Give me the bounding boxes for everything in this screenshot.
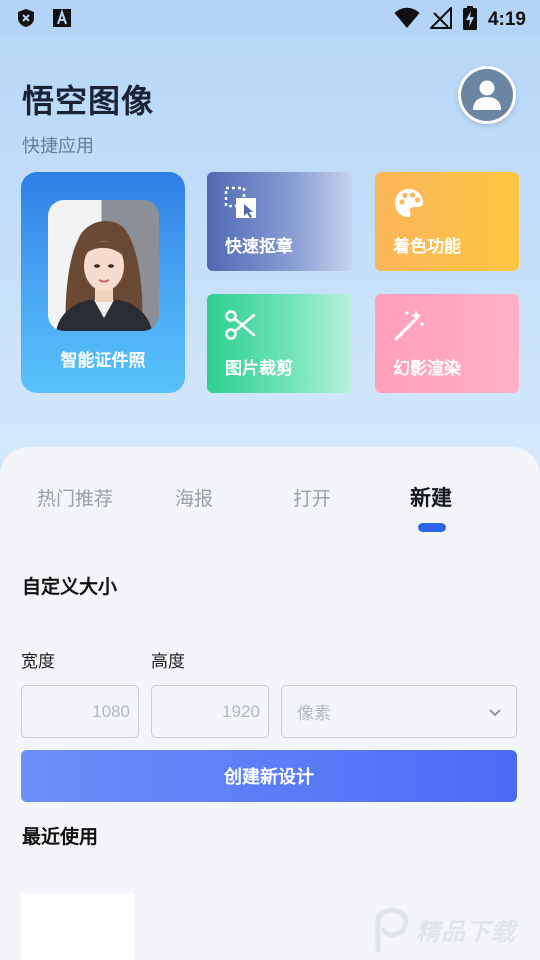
phantom-render-label: 幻影渲染 — [393, 359, 461, 379]
no-signal-icon — [428, 5, 452, 33]
magic-wand-icon — [392, 308, 426, 342]
recent-title: 最近使用 — [22, 826, 99, 848]
tab-poster[interactable]: 海报 — [175, 484, 213, 511]
unit-select-value: 像素 — [297, 704, 331, 724]
id-photo-card[interactable]: 智能证件照 — [21, 172, 185, 393]
create-design-button[interactable]: 创建新设计 — [21, 750, 517, 802]
chevron-down-icon — [488, 704, 502, 724]
quick-cutout-card[interactable]: 快速抠章 — [207, 172, 352, 271]
quick-apps-subtitle: 快捷应用 — [22, 136, 94, 157]
portrait-photo — [48, 200, 159, 331]
wifi-icon — [394, 7, 420, 33]
site-watermark-logo: 精品下载 — [372, 898, 540, 960]
width-input[interactable]: 1080 — [21, 685, 139, 738]
phantom-render-card[interactable]: 幻影渲染 — [375, 294, 519, 393]
height-input[interactable]: 1920 — [151, 685, 269, 738]
custom-size-title: 自定义大小 — [22, 576, 118, 598]
id-photo-label: 智能证件照 — [60, 351, 146, 371]
app-title: 悟空图像 — [22, 82, 155, 120]
clock-time: 4:19 — [487, 9, 526, 30]
shield-x-icon — [16, 8, 36, 28]
tab-hot-recommend[interactable]: 热门推荐 — [37, 484, 113, 511]
height-label: 高度 — [151, 652, 185, 672]
scissors-icon — [224, 308, 258, 342]
coloring-card[interactable]: 着色功能 — [375, 172, 519, 271]
coloring-label: 着色功能 — [393, 237, 461, 257]
unit-select[interactable]: 像素 — [281, 685, 517, 738]
battery-charging-icon — [462, 6, 478, 34]
palette-icon — [392, 186, 426, 220]
font-a-icon — [52, 8, 72, 28]
user-avatar-button[interactable] — [458, 66, 516, 124]
selection-cursor-icon — [224, 186, 258, 220]
status-bar: 4:19 — [0, 0, 540, 36]
active-tab-indicator — [418, 523, 446, 532]
tab-new[interactable]: 新建 — [410, 482, 452, 512]
tab-open[interactable]: 打开 — [293, 484, 331, 511]
image-crop-card[interactable]: 图片裁剪 — [207, 294, 352, 393]
image-crop-label: 图片裁剪 — [225, 359, 293, 379]
user-avatar-icon — [461, 69, 513, 121]
width-label: 宽度 — [21, 652, 55, 672]
quick-cutout-label: 快速抠章 — [225, 237, 293, 257]
recent-item-thumbnail[interactable] — [21, 893, 134, 960]
